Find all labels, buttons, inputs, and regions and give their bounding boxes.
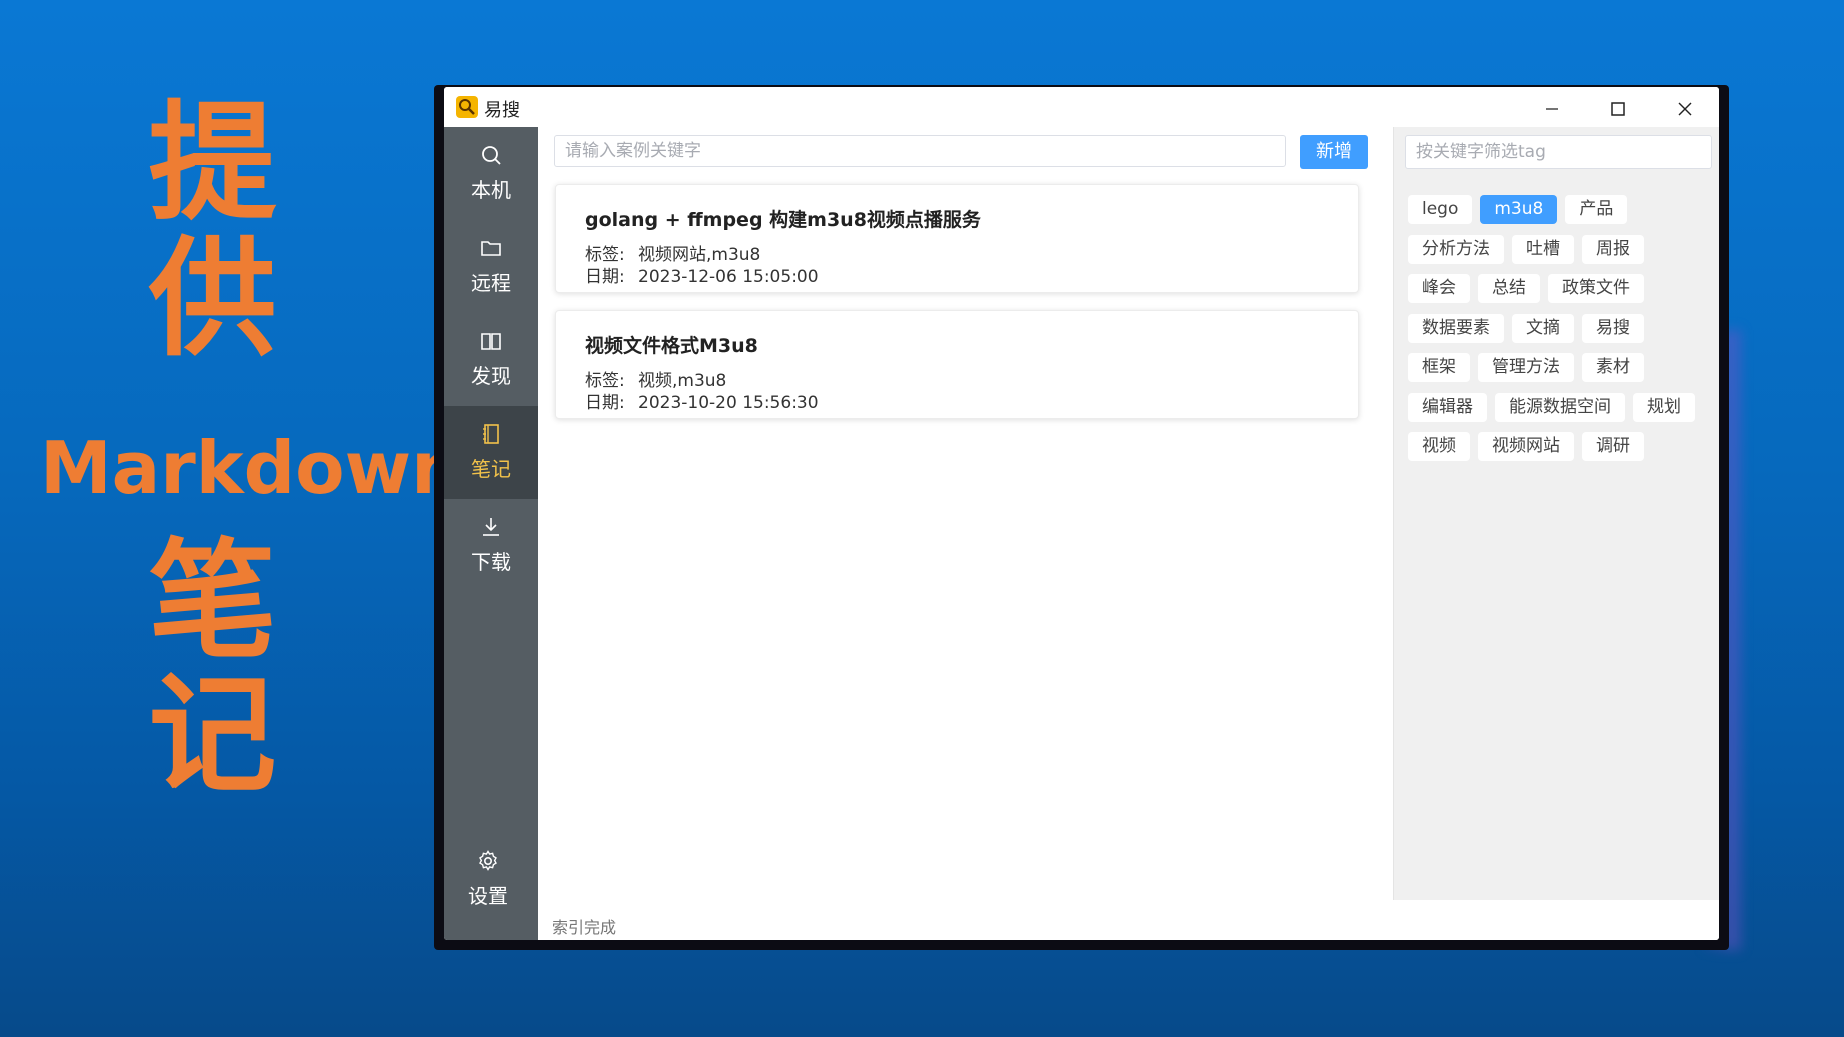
app-title: 易搜: [484, 100, 520, 121]
tag-row: lego m3u8 产品: [1408, 195, 1708, 235]
sidebar-item-label: 下载: [471, 550, 511, 574]
tag-chip[interactable]: 编辑器: [1408, 392, 1487, 422]
tag-list: lego m3u8 产品 分析方法 吐槽 周报 峰会 总结 政策文件 数据要素 文摘 易搜 框架 管理方法…: [1408, 195, 1708, 472]
sidebar-item-notes[interactable]: 笔记: [444, 406, 538, 499]
note-card[interactable]: 视频文件格式M3u8 标签: 视频,m3u8 日期: 2023-10-20 15:5…: [555, 310, 1359, 419]
search-icon: [482, 146, 501, 165]
notebook-icon: [483, 424, 499, 444]
folder-icon: [481, 241, 501, 256]
tag-row: 分析方法 吐槽 周报: [1408, 234, 1708, 275]
book-open-icon: [481, 333, 501, 350]
promo-char-4: 记: [148, 661, 277, 810]
sidebar-item-remote[interactable]: 远程: [444, 220, 538, 313]
notes-panel: 请输入案例关键字 新增 golang + ffmpeg 构建m3u8视频点播服务…: [538, 127, 1393, 900]
minimize-icon: [1546, 107, 1558, 110]
tag-row: 视频 视频网站 调研: [1408, 432, 1708, 472]
case-search-input[interactable]: 请输入案例关键字: [554, 135, 1286, 167]
tag-chip[interactable]: 政策文件: [1548, 274, 1644, 303]
note-title: golang + ffmpeg 构建m3u8视频点播服务: [585, 209, 981, 231]
minimize-button[interactable]: [1519, 87, 1585, 127]
close-button[interactable]: [1652, 87, 1718, 127]
promo-char-3: 笔: [148, 527, 277, 676]
promo-char-1: 提: [148, 89, 277, 238]
sidebar-item-local[interactable]: 本机: [444, 127, 538, 220]
status-text: 索引完成: [552, 918, 617, 937]
add-note-button[interactable]: 新增: [1300, 135, 1368, 169]
tag-chip[interactable]: 视频网站: [1478, 432, 1574, 461]
sidebar-item-label: 远程: [471, 271, 511, 295]
tag-chip[interactable]: 产品: [1565, 195, 1628, 224]
tag-chip[interactable]: 分析方法: [1408, 234, 1504, 264]
tag-panel: 按关键字筛选tag lego m3u8 产品 分析方法 吐槽 周报 峰会 总结 政策文件 数据要素…: [1393, 127, 1719, 900]
maximize-icon: [1611, 101, 1625, 116]
note-date-line: 日期: 2023-12-06 15:05:00: [585, 262, 819, 287]
note-date-label: 日期:: [585, 393, 625, 413]
tag-chip[interactable]: 规划: [1633, 392, 1695, 422]
sidebar: 本机 远程 发现 笔记 下载 设置: [444, 127, 538, 940]
sidebar-item-label: 笔记: [471, 457, 511, 481]
tag-chip[interactable]: 管理方法: [1478, 353, 1574, 382]
note-date: 2023-10-20 15:56:30: [638, 393, 819, 413]
tag-row: 框架 管理方法 素材: [1408, 353, 1708, 393]
note-title: 视频文件格式M3u8: [585, 335, 758, 357]
status-bar: 索引完成: [538, 900, 1719, 940]
tag-chip[interactable]: 框架: [1408, 353, 1470, 382]
tag-row: 编辑器 能源数据空间 规划: [1408, 392, 1708, 433]
note-date: 2023-12-06 15:05:00: [638, 267, 819, 287]
tag-chip[interactable]: 易搜: [1582, 313, 1644, 343]
tag-chip[interactable]: m3u8: [1480, 195, 1558, 224]
sidebar-item-settings[interactable]: 设置: [444, 833, 538, 926]
app-window: 易搜 本机 远程 发现 笔记 下载 设置 请输入案例关键字 新增 golang …: [444, 87, 1719, 940]
gear-icon: [479, 850, 497, 871]
tag-chip[interactable]: 总结: [1478, 274, 1540, 303]
tag-chip[interactable]: 文摘: [1512, 313, 1574, 343]
title-bar[interactable]: 易搜: [444, 87, 1719, 127]
tag-chip[interactable]: 数据要素: [1408, 313, 1504, 343]
tag-chip[interactable]: 吐槽: [1512, 234, 1574, 264]
sidebar-item-label: 本机: [471, 178, 511, 202]
magnifier-logo-icon: [456, 96, 478, 118]
tag-chip[interactable]: 峰会: [1408, 274, 1470, 303]
tag-chip[interactable]: 能源数据空间: [1495, 392, 1625, 422]
sidebar-item-discover[interactable]: 发现: [444, 313, 538, 406]
sidebar-item-label: 发现: [471, 364, 511, 388]
tag-chip[interactable]: lego: [1408, 195, 1473, 224]
promo-markdown: Markdown: [40, 426, 463, 510]
note-date-line: 日期: 2023-10-20 15:56:30: [585, 388, 819, 413]
tag-chip[interactable]: 周报: [1582, 234, 1644, 264]
close-icon: [1678, 102, 1692, 115]
note-date-label: 日期:: [585, 267, 625, 287]
tag-chip[interactable]: 调研: [1582, 432, 1644, 461]
sidebar-item-download[interactable]: 下载: [444, 499, 538, 592]
note-card[interactable]: golang + ffmpeg 构建m3u8视频点播服务 标签: 视频网站,m3u…: [555, 184, 1359, 293]
tag-row: 峰会 总结 政策文件: [1408, 274, 1708, 314]
tag-chip[interactable]: 素材: [1582, 353, 1644, 382]
download-icon: [483, 518, 499, 536]
tag-chip[interactable]: 视频: [1408, 432, 1470, 461]
maximize-button[interactable]: [1585, 87, 1651, 127]
tag-row: 数据要素 文摘 易搜: [1408, 313, 1708, 354]
promo-char-2: 供: [148, 225, 277, 374]
tag-filter-input[interactable]: 按关键字筛选tag: [1405, 135, 1712, 169]
sidebar-item-label: 设置: [468, 884, 508, 908]
